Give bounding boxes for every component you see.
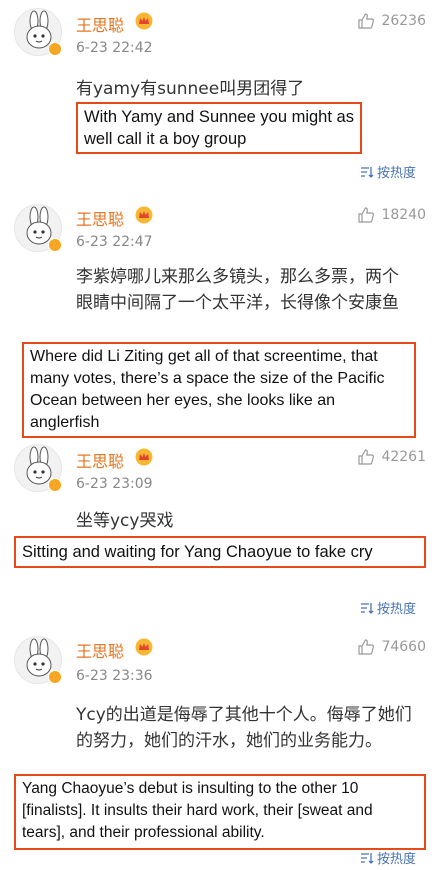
verified-badge-icon <box>48 42 62 56</box>
comment-text: 李紫婷哪儿来那么多镜头，那么多票，两个眼睛中间隔了一个太平洋，长得像个安康鱼 <box>76 267 399 313</box>
sort-by-hot-button[interactable]: 按热度 <box>360 598 416 617</box>
sort-label: 按热度 <box>376 602 416 617</box>
crown-icon <box>135 448 153 466</box>
like-count: 42261 <box>381 449 426 465</box>
like-count: 74660 <box>381 639 426 655</box>
verified-badge-icon <box>48 238 62 252</box>
translation-box: Yang Chaoyue’s debut is insulting to the… <box>14 774 426 850</box>
verified-badge-icon <box>48 670 62 684</box>
translation-text: Yang Chaoyue’s debut is insulting to the… <box>22 780 373 841</box>
sort-label: 按热度 <box>376 852 416 867</box>
like-button[interactable]: 42261 <box>357 448 426 466</box>
like-button[interactable]: 18240 <box>357 206 426 224</box>
thumbs-up-icon <box>358 207 375 223</box>
translation-box: With Yamy and Sunnee you might as well c… <box>76 102 362 154</box>
comment-text: 坐等ycy哭戏 <box>76 511 174 531</box>
sort-by-hot-button[interactable]: 按热度 <box>360 162 416 181</box>
comment-text: Ycy的出道是侮辱了其他十个人。侮辱了她们的努力，她们的汗水，她们的业务能力。 <box>76 705 412 751</box>
thumbs-up-icon <box>358 639 375 655</box>
translation-box: Sitting and waiting for Yang Chaoyue to … <box>14 536 426 568</box>
sort-icon <box>360 166 374 178</box>
timestamp: 6-23 22:47 <box>76 234 153 250</box>
username[interactable]: 王思聪 <box>76 206 124 230</box>
sort-icon <box>360 852 374 864</box>
timestamp: 6-23 23:36 <box>76 668 153 684</box>
like-count: 18240 <box>381 207 426 223</box>
like-button[interactable]: 26236 <box>357 12 426 30</box>
translation-text: With Yamy and Sunnee you might as well c… <box>84 108 354 148</box>
crown-icon <box>135 206 153 224</box>
sort-icon <box>360 602 374 614</box>
verified-badge-icon <box>48 478 62 492</box>
comment-1: 王思聪 6-23 22:42 26236 有yamy有sunnee叫男团得了 W… <box>0 0 440 200</box>
translation-text: Sitting and waiting for Yang Chaoyue to … <box>22 543 373 561</box>
thumbs-up-icon <box>358 449 375 465</box>
timestamp: 6-23 23:09 <box>76 476 153 492</box>
username[interactable]: 王思聪 <box>76 448 124 472</box>
translation-text: Where did Li Ziting get all of that scre… <box>30 348 385 431</box>
username[interactable]: 王思聪 <box>76 12 124 36</box>
thumbs-up-icon <box>358 13 375 29</box>
crown-icon <box>135 12 153 30</box>
username[interactable]: 王思聪 <box>76 638 124 662</box>
translation-box: Where did Li Ziting get all of that scre… <box>22 342 416 438</box>
sort-by-hot-button[interactable]: 按热度 <box>360 848 416 867</box>
like-button[interactable]: 74660 <box>357 638 426 656</box>
comment-3: 王思聪 6-23 23:09 42261 坐等ycy哭戏 Sitting and… <box>0 440 440 620</box>
comment-2: 王思聪 6-23 22:47 18240 李紫婷哪儿来那么多镜头，那么多票，两个… <box>0 200 440 440</box>
like-count: 26236 <box>381 13 426 29</box>
comment-4: 王思聪 6-23 23:36 74660 Ycy的出道是侮辱了其他十个人。侮辱了… <box>0 628 440 870</box>
comment-text: 有yamy有sunnee叫男团得了 <box>76 79 305 99</box>
timestamp: 6-23 22:42 <box>76 40 153 56</box>
crown-icon <box>135 638 153 656</box>
sort-label: 按热度 <box>376 166 416 181</box>
